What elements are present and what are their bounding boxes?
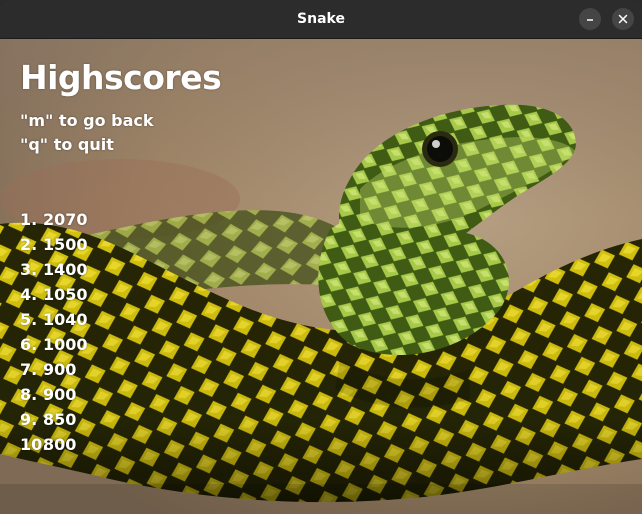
minimize-icon [587, 19, 593, 21]
score-entry: 9. 850 [20, 407, 88, 432]
score-rank: 4. [20, 285, 38, 304]
app-window: Snake Highscores "m" to go back "q" to q… [0, 0, 642, 514]
score-value: 850 [43, 410, 77, 429]
score-value: 900 [43, 385, 77, 404]
score-rank: 5. [20, 310, 38, 329]
close-icon [618, 14, 628, 24]
highscore-list: 1. 2070 2. 1500 3. 1400 4. 1050 5. 1040 6. 100… [20, 207, 88, 457]
score-value: 2070 [43, 210, 88, 229]
score-value: 800 [43, 435, 77, 454]
score-rank: 10. [20, 435, 49, 454]
score-value: 900 [43, 360, 77, 379]
score-rank: 6. [20, 335, 38, 354]
close-button[interactable] [612, 8, 634, 30]
score-entry: 5. 1040 [20, 307, 88, 332]
score-entry: 8. 900 [20, 382, 88, 407]
game-canvas: Highscores "m" to go back "q" to quit 1.… [0, 39, 642, 514]
page-title: Highscores [20, 58, 222, 97]
score-rank: 8. [20, 385, 38, 404]
quit-instruction: "q" to quit [20, 135, 114, 154]
title-bar[interactable]: Snake [0, 0, 642, 39]
score-value: 1050 [43, 285, 88, 304]
back-instruction: "m" to go back [20, 111, 154, 130]
minimize-button[interactable] [579, 8, 601, 30]
score-entry: 7. 900 [20, 357, 88, 382]
score-entry: 1. 2070 [20, 207, 88, 232]
score-value: 1000 [43, 335, 88, 354]
score-rank: 3. [20, 260, 38, 279]
window-title: Snake [297, 11, 345, 27]
score-rank: 2. [20, 235, 38, 254]
score-entry: 6. 1000 [20, 332, 88, 357]
score-rank: 1. [20, 210, 38, 229]
score-entry: 10.800 [20, 432, 88, 457]
score-rank: 9. [20, 410, 38, 429]
score-entry: 3. 1400 [20, 257, 88, 282]
score-entry: 2. 1500 [20, 232, 88, 257]
score-value: 1040 [43, 310, 88, 329]
score-entry: 4. 1050 [20, 282, 88, 307]
score-value: 1400 [43, 260, 88, 279]
score-value: 1500 [43, 235, 88, 254]
score-rank: 7. [20, 360, 38, 379]
